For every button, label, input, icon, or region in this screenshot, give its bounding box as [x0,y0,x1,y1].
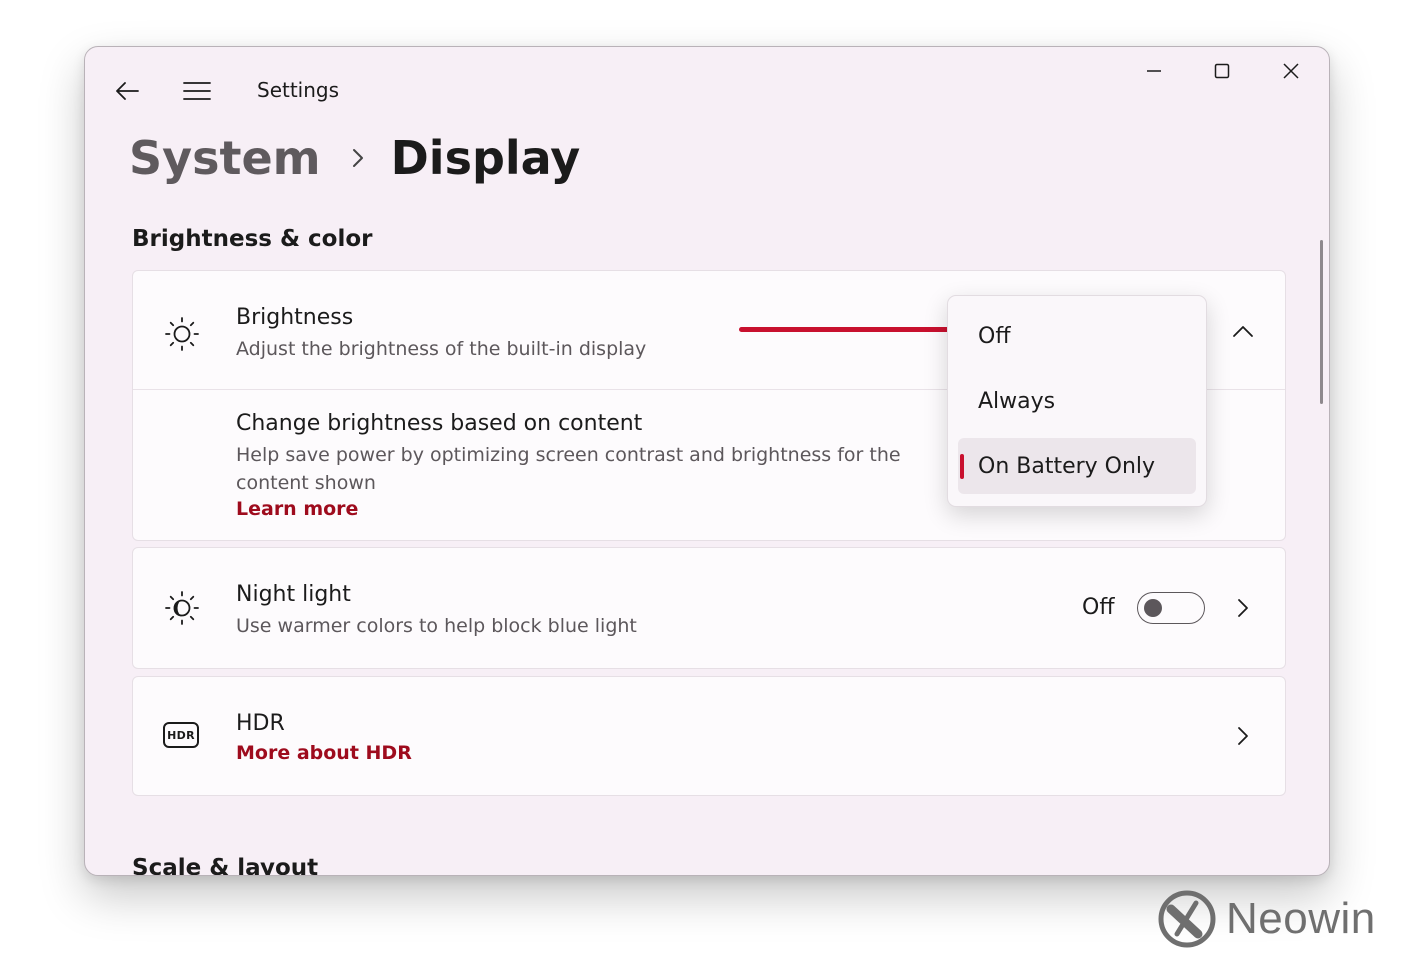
breadcrumb: System Display [129,131,580,185]
minimize-button[interactable] [1131,57,1177,85]
section-heading-brightness-color: Brightness & color [132,226,373,252]
vertical-scrollbar[interactable] [1320,240,1323,404]
content-brightness-dropdown[interactable]: Off Always On Battery Only [947,295,1207,507]
neowin-logo-icon [1158,890,1216,948]
hdr-title: HDR [236,711,285,736]
brightness-slider[interactable] [739,327,979,332]
selection-indicator [960,454,964,479]
close-button[interactable] [1268,57,1314,85]
hamburger-menu-icon [183,82,211,100]
app-title: Settings [257,78,340,102]
hdr-icon: HDR [163,722,199,748]
night-light-icon [163,589,201,631]
settings-window: Settings System Display Brightness & col… [84,46,1330,876]
hdr-open-button[interactable] [1227,720,1259,752]
night-light-toggle[interactable] [1137,592,1205,624]
breadcrumb-chevron-icon [351,147,365,169]
breadcrumb-parent-system[interactable]: System [129,131,321,185]
watermark-text: Neowin [1226,894,1376,943]
maximize-icon [1214,63,1230,79]
close-icon [1283,63,1299,79]
dropdown-option-on-battery-only[interactable]: On Battery Only [958,438,1196,494]
maximize-button[interactable] [1199,57,1245,85]
content-brightness-title: Change brightness based on content [236,411,643,436]
night-light-subtitle: Use warmer colors to help block blue lig… [236,615,637,637]
night-light-toggle-label: Off [1082,595,1115,620]
hdr-card[interactable]: HDR HDR More about HDR [132,676,1286,796]
minimize-icon [1147,70,1161,72]
learn-more-link[interactable]: Learn more [236,498,358,520]
more-about-hdr-link[interactable]: More about HDR [236,742,412,764]
page-title: Display [390,131,581,185]
dropdown-option-always[interactable]: Always [958,373,1196,429]
sun-icon [163,315,201,357]
neowin-watermark: Neowin [1158,890,1376,948]
chevron-up-icon [1233,326,1253,337]
brightness-subtitle: Adjust the brightness of the built-in di… [236,338,647,360]
night-light-title: Night light [236,582,351,607]
back-button[interactable] [111,75,143,107]
chevron-right-icon [1238,599,1248,617]
dropdown-option-label: On Battery Only [978,453,1156,479]
collapse-button[interactable] [1227,315,1259,347]
brightness-title: Brightness [236,305,354,330]
night-light-open-button[interactable] [1227,592,1259,624]
hdr-icon-text: HDR [167,728,195,742]
content-brightness-subtitle: Help save power by optimizing screen con… [236,444,901,494]
dropdown-option-off[interactable]: Off [958,308,1196,364]
section-heading-scale-layout: Scale & layout [132,855,319,876]
back-arrow-icon [116,82,139,100]
chevron-right-icon [1238,727,1248,745]
menu-button[interactable] [181,75,213,107]
toggle-knob [1144,599,1162,617]
